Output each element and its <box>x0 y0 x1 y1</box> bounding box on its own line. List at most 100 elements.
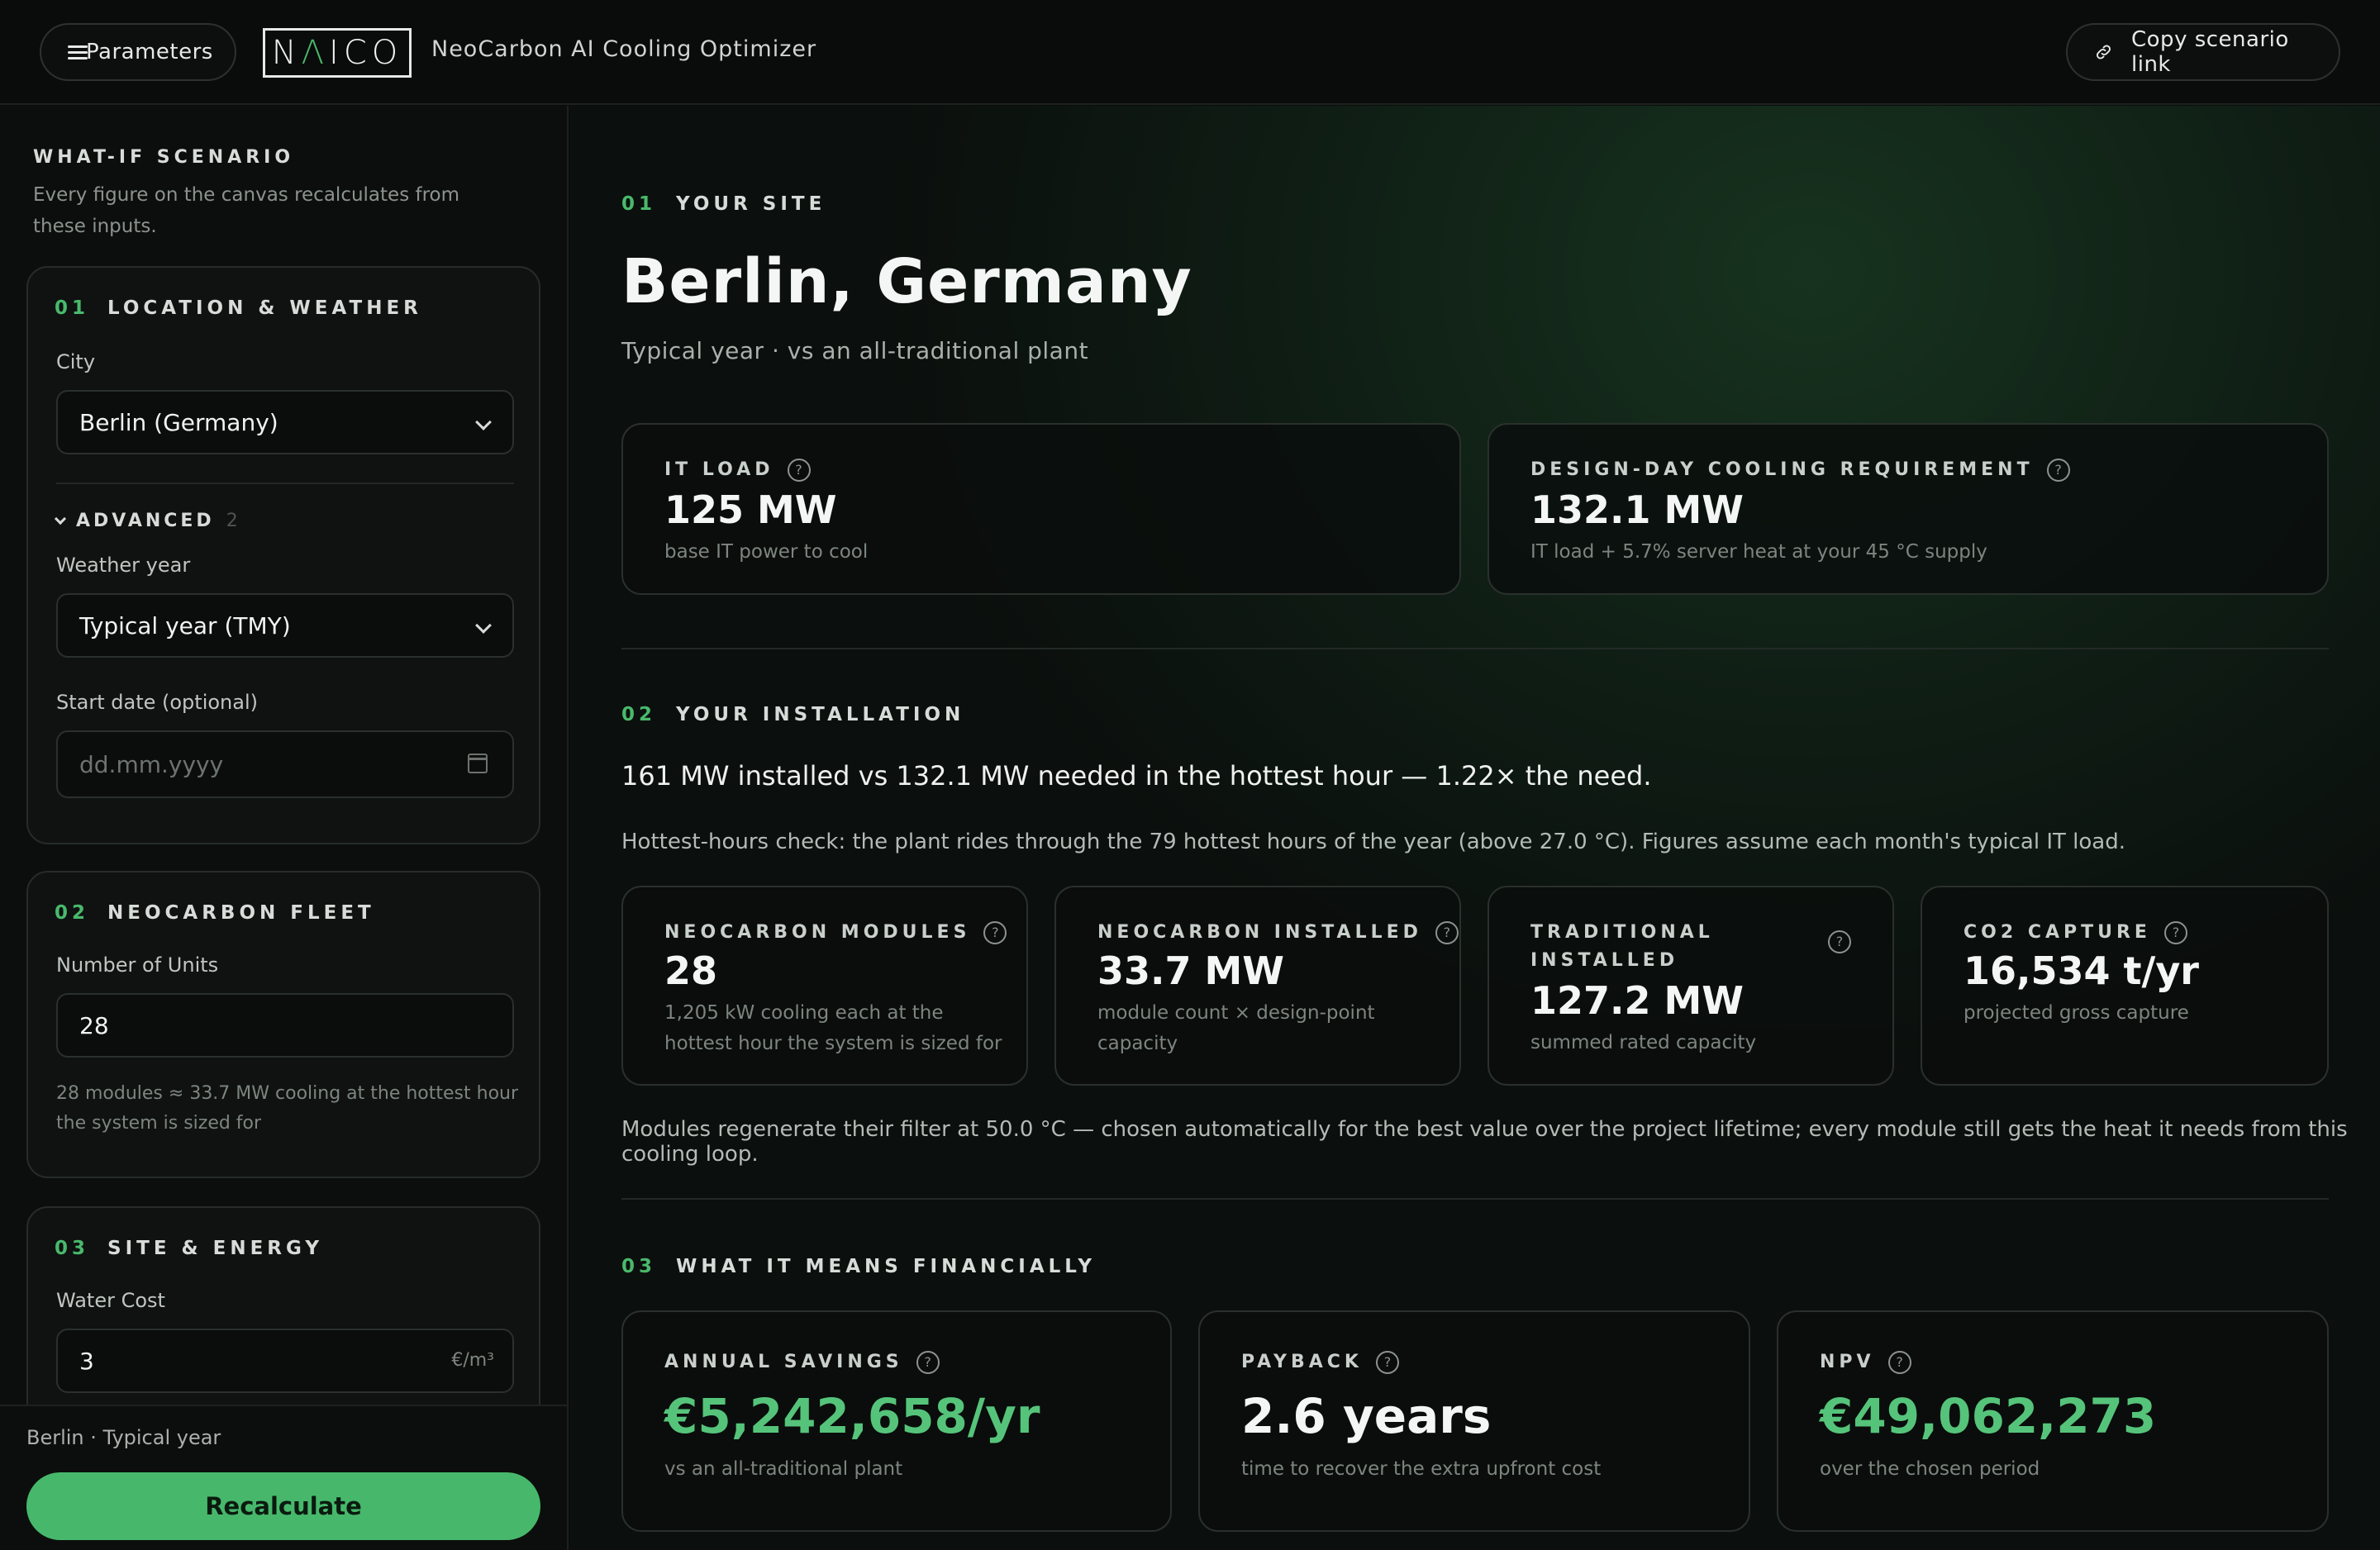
help-icon[interactable]: ? <box>983 921 1007 944</box>
hottest-hours-note: Hottest-hours check: the plant rides thr… <box>621 830 2125 854</box>
neocarbon-fleet-panel: 02 NEOCARBON FLEET Number of Units 28 28 … <box>26 871 540 1178</box>
naico-logo: N Λ ICO <box>263 28 412 78</box>
stat-value: 2.6 years <box>1241 1388 1492 1444</box>
stat-value: €5,242,658/yr <box>664 1388 1040 1444</box>
site-subtitle: Typical year · vs an all-traditional pla… <box>621 337 1089 364</box>
panel-heading: 01 LOCATION & WEATHER <box>55 297 422 319</box>
neocarbon-modules-card: NEOCARBON MODULES? 28 1,205 kW cooling e… <box>621 886 1028 1086</box>
results-canvas: 01 YOUR SITE Berlin, Germany Typical year… <box>570 106 2380 1550</box>
logo-accent: Λ <box>301 34 330 72</box>
help-icon[interactable]: ? <box>1375 1351 1399 1374</box>
link-icon <box>2097 45 2111 59</box>
units-input[interactable]: 28 <box>56 993 514 1058</box>
section-number: 02 <box>621 704 657 725</box>
panel-title: SITE & ENERGY <box>107 1238 324 1259</box>
sidebar-subtitle: Every figure on the canvas recalculates … <box>33 184 460 237</box>
stat-label: DESIGN-DAY COOLING REQUIREMENT? <box>1530 456 2070 484</box>
stat-label: NEOCARBON INSTALLED? <box>1097 919 1459 947</box>
co2-capture-card: CO2 CAPTURE? 16,534 t/yr projected gross… <box>1921 886 2329 1086</box>
sidebar-footer: Berlin · Typical year Recalculate <box>0 1405 567 1550</box>
stat-desc: time to recover the extra upfront cost <box>1241 1458 1602 1480</box>
stat-label-text: ANNUAL SAVINGS <box>664 1352 903 1372</box>
copy-scenario-link-button[interactable]: Copy scenario link <box>2066 23 2340 81</box>
section-label-financial: 03 WHAT IT MEANS FINANCIALLY <box>621 1256 1096 1277</box>
help-icon[interactable]: ? <box>1887 1351 1911 1374</box>
stat-label-text: NPV <box>1820 1352 1875 1372</box>
help-icon[interactable]: ? <box>787 459 811 482</box>
advanced-toggle[interactable]: ADVANCED 2 <box>54 511 238 531</box>
panel-heading: 02 NEOCARBON FLEET <box>55 902 375 924</box>
chevron-down-icon <box>475 617 492 634</box>
advanced-count: 2 <box>226 511 238 531</box>
app-title: NeoCarbon AI Cooling Optimizer <box>431 36 817 62</box>
stat-label-text: IT LOAD <box>664 459 774 480</box>
installation-summary: 161 MW installed vs 132.1 MW needed in t… <box>621 760 1652 792</box>
help-icon[interactable]: ? <box>916 1351 940 1374</box>
recalculate-button[interactable]: Recalculate <box>26 1472 540 1540</box>
stat-label: IT LOAD? <box>664 456 811 484</box>
sidebar-title: WHAT-IF SCENARIO <box>33 147 295 168</box>
site-title: Berlin, Germany <box>621 246 1192 317</box>
help-icon[interactable]: ? <box>1828 930 1851 953</box>
logo-part: N <box>271 34 302 72</box>
stat-label: CO2 CAPTURE? <box>1963 919 2187 947</box>
neocarbon-installed-card: NEOCARBON INSTALLED? 33.7 MW module coun… <box>1054 886 1461 1086</box>
panel-heading: 03 SITE & ENERGY <box>55 1238 323 1259</box>
logo-part: ICO <box>329 34 403 72</box>
start-date-placeholder: dd.mm.yyyy <box>79 750 224 778</box>
weather-year-label: Weather year <box>56 554 191 577</box>
stat-value: 125 MW <box>664 487 837 532</box>
copy-scenario-label: Copy scenario link <box>2131 27 2289 77</box>
water-cost-input[interactable]: 3 €/m³ <box>56 1329 514 1393</box>
stat-desc: vs an all-traditional plant <box>664 1458 903 1480</box>
stat-value: €49,062,273 <box>1820 1388 2157 1444</box>
stat-value: 132.1 MW <box>1530 487 1745 532</box>
city-select[interactable]: Berlin (Germany) <box>56 390 514 454</box>
help-icon[interactable]: ? <box>2046 459 2070 482</box>
stat-value: 33.7 MW <box>1097 949 1285 993</box>
stat-label: NPV? <box>1820 1348 1911 1376</box>
stat-value: 28 <box>664 949 718 993</box>
section-divider <box>621 648 2329 649</box>
stat-desc: IT load + 5.7% server heat at your 45 °C… <box>1530 541 1987 563</box>
section-label-site: 01 YOUR SITE <box>621 193 826 215</box>
help-icon[interactable]: ? <box>2163 921 2187 944</box>
traditional-installed-card: TRADITIONAL INSTALLED ? 127.2 MW summed … <box>1488 886 1894 1086</box>
annual-savings-card: ANNUAL SAVINGS? €5,242,658/yr vs an all-… <box>621 1310 1172 1532</box>
panel-number: 01 <box>55 297 90 319</box>
stat-value: 127.2 MW <box>1530 978 1745 1023</box>
chevron-down-icon <box>54 512 67 525</box>
stat-label: PAYBACK? <box>1241 1348 1399 1376</box>
stat-label: ANNUAL SAVINGS? <box>664 1348 940 1376</box>
panel-title: NEOCARBON FLEET <box>107 902 375 924</box>
section-title: YOUR SITE <box>676 193 826 215</box>
divider <box>56 483 514 484</box>
units-value: 28 <box>79 1011 109 1039</box>
parameters-button[interactable]: Parameters <box>40 23 236 81</box>
section-label-installation: 02 YOUR INSTALLATION <box>621 704 964 725</box>
panel-number: 03 <box>55 1238 90 1259</box>
section-title: YOUR INSTALLATION <box>676 704 965 725</box>
stat-label: NEOCARBON MODULES? <box>664 919 1007 947</box>
stat-desc: 1,205 kW cooling each at the hottest hou… <box>664 1002 1002 1054</box>
stat-desc: projected gross capture <box>1963 1002 2189 1024</box>
stat-label-text: CO2 CAPTURE <box>1963 922 2151 943</box>
water-cost-unit: €/m³ <box>451 1350 494 1371</box>
help-icon[interactable]: ? <box>1435 921 1459 944</box>
weather-year-select[interactable]: Typical year (TMY) <box>56 593 514 658</box>
stat-label: TRADITIONAL INSTALLED <box>1530 922 1714 971</box>
calendar-icon[interactable] <box>468 754 488 773</box>
top-bar: Parameters N Λ ICO NeoCarbon AI Cooling Op… <box>0 0 2380 105</box>
advanced-label: ADVANCED <box>76 511 215 531</box>
section-number: 01 <box>621 193 657 215</box>
section-number: 03 <box>621 1256 657 1277</box>
section-title: WHAT IT MEANS FINANCIALLY <box>676 1256 1097 1277</box>
start-date-input[interactable]: dd.mm.yyyy <box>56 730 514 798</box>
units-label: Number of Units <box>56 953 219 977</box>
weather-year-value: Typical year (TMY) <box>79 611 291 639</box>
stat-label-text: DESIGN-DAY COOLING REQUIREMENT <box>1530 459 2034 480</box>
panel-number: 02 <box>55 902 90 924</box>
water-cost-value: 3 <box>79 1347 94 1375</box>
payback-card: PAYBACK? 2.6 years time to recover the e… <box>1198 1310 1750 1532</box>
chevron-down-icon <box>475 414 492 430</box>
